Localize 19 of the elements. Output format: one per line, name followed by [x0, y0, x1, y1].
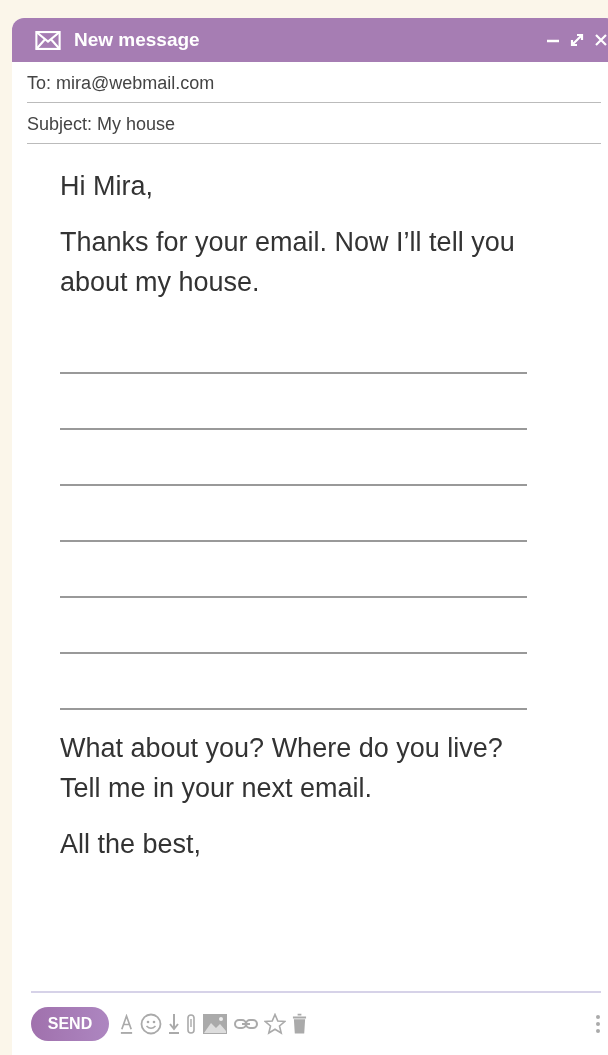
- window-title: New message: [74, 29, 200, 51]
- image-icon[interactable]: [202, 1013, 228, 1035]
- paperclip-icon[interactable]: [186, 1013, 196, 1035]
- message-paragraph: Thanks for your email. Now I’ll tell you about my house.: [60, 226, 516, 299]
- expand-icon[interactable]: [570, 33, 584, 47]
- text-format-icon[interactable]: [119, 1013, 134, 1035]
- download-icon[interactable]: [168, 1013, 180, 1035]
- smiley-icon[interactable]: [140, 1013, 162, 1035]
- message-paragraph: What about you? Where do you live? Tell me in your next email.: [60, 732, 504, 805]
- envelope-icon: [35, 30, 61, 50]
- message-paragraph: Hi Mira,: [60, 170, 154, 203]
- close-icon[interactable]: [594, 33, 608, 47]
- message-paragraph: All the best,: [60, 828, 203, 861]
- recipient-field[interactable]: To: mira@webmail.com: [27, 62, 601, 103]
- subject-field[interactable]: Subject: My house: [27, 103, 601, 144]
- more-options-icon[interactable]: [595, 1013, 601, 1035]
- trash-icon[interactable]: [292, 1013, 307, 1035]
- star-icon[interactable]: [264, 1013, 286, 1035]
- link-icon[interactable]: [234, 1018, 258, 1030]
